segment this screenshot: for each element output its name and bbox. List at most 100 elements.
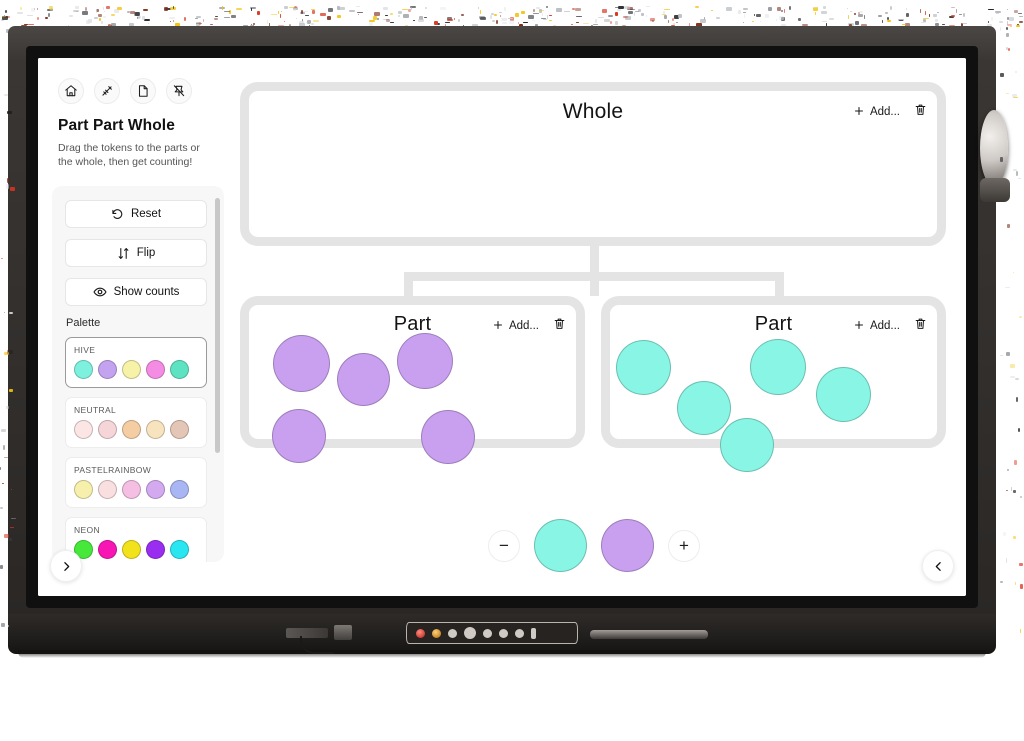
sidebar-expand-button[interactable] (50, 550, 82, 582)
trash-icon (914, 103, 927, 121)
palette-swatch-3[interactable] (146, 540, 165, 559)
reset-button[interactable]: Reset (65, 200, 207, 228)
file-button[interactable] (130, 78, 156, 104)
token-part-left-3[interactable] (272, 409, 326, 463)
palette-swatch-4[interactable] (170, 480, 189, 499)
flip-label: Flip (136, 247, 156, 259)
hardware-control-plate[interactable] (406, 622, 578, 644)
home-icon (64, 84, 78, 98)
palette-swatch-0[interactable] (74, 420, 93, 439)
part-right-actions: Add... (853, 317, 927, 335)
token-part-right-4[interactable] (816, 367, 871, 422)
flip-button[interactable]: Flip (65, 239, 207, 267)
palette-swatch-row (74, 480, 198, 499)
whole-panel[interactable]: Whole Add... (240, 82, 946, 246)
part-right-add-label: Add... (869, 320, 900, 332)
sidebar-toolbar (38, 58, 230, 104)
panel-collapse-button[interactable] (922, 550, 954, 582)
flip-icon (117, 247, 130, 260)
part-right-delete-button[interactable] (914, 317, 927, 335)
palette-swatch-3[interactable] (146, 420, 165, 439)
connector-leg-right (775, 272, 784, 296)
wand-icon (100, 84, 114, 98)
palette-group-pastelrainbow[interactable]: PASTELRAINBOW (65, 457, 207, 508)
palette-group-label: HIVE (74, 345, 96, 355)
palette-swatch-3[interactable] (146, 360, 165, 379)
part-left-panel[interactable]: Part Add... (240, 296, 585, 464)
part-left-add-label: Add... (508, 320, 539, 332)
chevron-left-icon (932, 560, 945, 573)
palette-group-neutral[interactable]: NEUTRAL (65, 397, 207, 448)
hw-button-4[interactable] (499, 628, 508, 638)
display-screen: Part Part Whole Drag the tokens to the p… (38, 58, 966, 596)
display-base-shadow (18, 650, 986, 658)
hw-button-3[interactable] (483, 628, 492, 638)
token-part-left-4[interactable] (421, 410, 475, 464)
sidebar-scrollbar-track[interactable] (215, 192, 222, 556)
palette-swatch-2[interactable] (122, 480, 141, 499)
palette-swatch-2[interactable] (122, 420, 141, 439)
palette-swatch-3[interactable] (146, 480, 165, 499)
palette-heading: Palette (66, 317, 101, 329)
palette-swatch-4[interactable] (170, 360, 189, 379)
stylus-tray (590, 630, 708, 639)
home-button[interactable] (58, 78, 84, 104)
palette-swatch-1[interactable] (98, 420, 117, 439)
show-counts-button[interactable]: Show counts (65, 278, 207, 306)
palette-swatch-4[interactable] (170, 540, 189, 559)
connected-cable (300, 636, 334, 654)
palette-swatch-1[interactable] (98, 480, 117, 499)
sidebar-scroll-panel: Reset Flip Show counts Palette HIVE NEUT… (52, 186, 224, 562)
palette-swatch-1[interactable] (98, 360, 117, 379)
reset-label: Reset (130, 208, 162, 220)
token-part-left-2[interactable] (397, 333, 453, 389)
io-port-secondary (334, 625, 352, 640)
hw-button-1[interactable] (448, 628, 457, 638)
token-part-left-1[interactable] (337, 353, 390, 406)
plus-icon (853, 319, 865, 334)
tray-token-purple[interactable] (601, 519, 654, 572)
page-title: Part Part Whole (58, 117, 175, 134)
status-led (432, 628, 441, 638)
plus-icon (853, 105, 865, 120)
tray-token-teal[interactable] (534, 519, 587, 572)
palette-group-label: NEON (74, 525, 100, 535)
hw-button-2[interactable] (464, 627, 476, 639)
palette-swatch-row (74, 420, 198, 439)
part-left-add-button[interactable]: Add... (492, 319, 539, 334)
connector-crossbar (404, 272, 784, 281)
palette-swatch-0[interactable] (74, 360, 93, 379)
whole-add-button[interactable]: Add... (853, 105, 900, 120)
power-button[interactable] (416, 628, 425, 638)
wand-button[interactable] (94, 78, 120, 104)
hw-button-5[interactable] (515, 628, 524, 638)
palette-swatch-2[interactable] (122, 540, 141, 559)
palette-group-label: NEUTRAL (74, 405, 117, 415)
palette-group-hive[interactable]: HIVE (65, 337, 207, 388)
whole-title: Whole (562, 100, 624, 123)
palette-swatch-2[interactable] (122, 360, 141, 379)
trash-icon (553, 317, 566, 335)
token-part-right-2[interactable] (750, 339, 806, 395)
part-left-delete-button[interactable] (553, 317, 566, 335)
token-part-left-0[interactable] (273, 335, 330, 392)
hw-sensor (531, 627, 536, 639)
token-part-right-0[interactable] (616, 340, 671, 395)
decrement-button[interactable]: − (488, 529, 520, 562)
palette-group-label: PASTELRAINBOW (74, 465, 152, 475)
palette-swatch-4[interactable] (170, 420, 189, 439)
reset-icon (111, 208, 124, 221)
whole-delete-button[interactable] (914, 103, 927, 121)
token-part-right-3[interactable] (720, 418, 774, 472)
palette-swatch-1[interactable] (98, 540, 117, 559)
side-speaker-base (980, 178, 1010, 202)
part-right-panel[interactable]: Part Add... (601, 296, 946, 472)
palette-group-neon[interactable]: NEON (65, 517, 207, 562)
unpin-button[interactable] (166, 78, 192, 104)
increment-button[interactable]: + (668, 529, 700, 562)
token-part-right-1[interactable] (677, 381, 731, 435)
palette-swatch-0[interactable] (74, 480, 93, 499)
sidebar-scrollbar-thumb[interactable] (215, 198, 220, 453)
part-right-add-button[interactable]: Add... (853, 319, 900, 334)
eye-icon (93, 285, 107, 299)
